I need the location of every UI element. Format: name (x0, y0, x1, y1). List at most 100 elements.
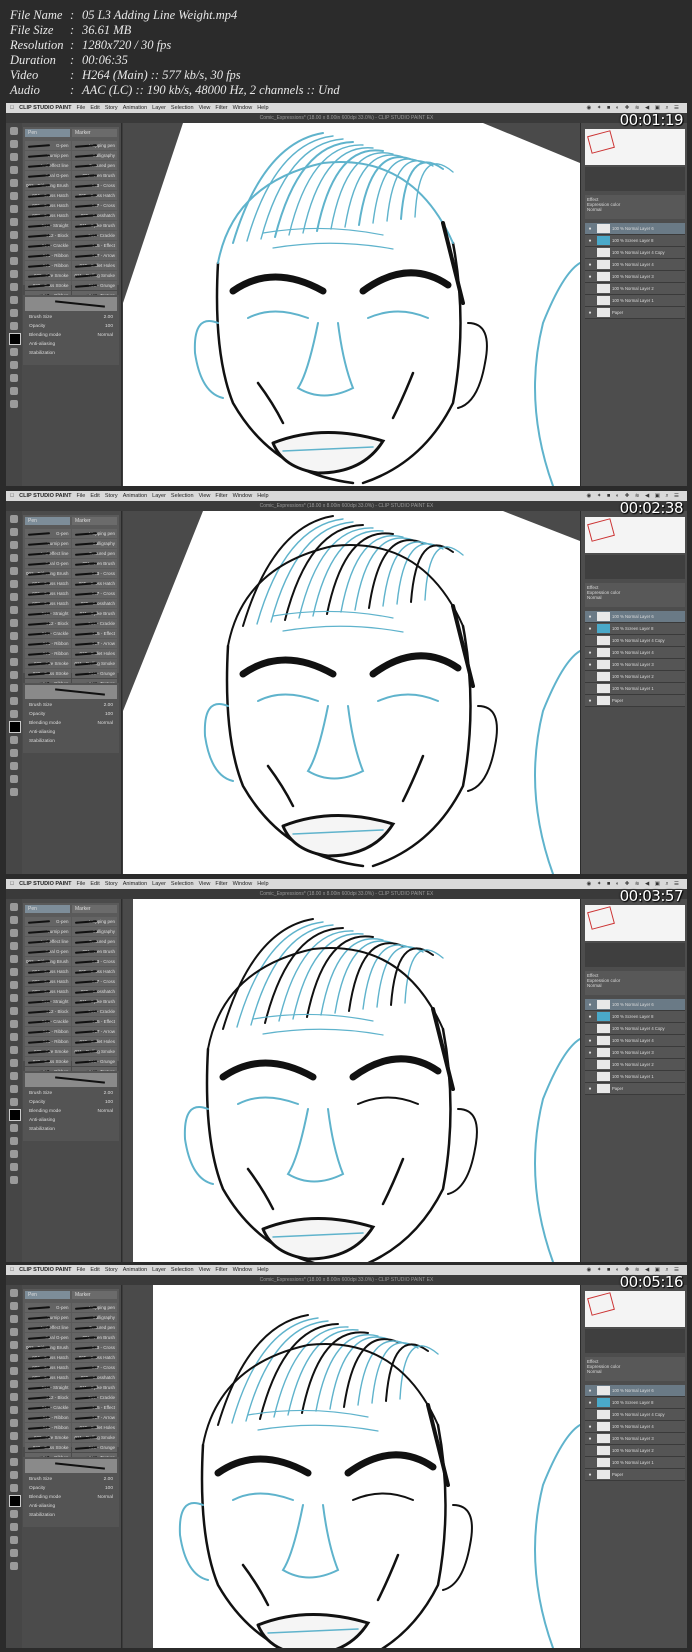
brush-item[interactable]: Textured pen (71, 161, 117, 170)
tool-icon[interactable] (10, 1124, 18, 1132)
property-row[interactable]: Stabilization (23, 737, 119, 746)
brush-item[interactable]: 017 - Arrow (71, 1413, 117, 1422)
menu-layer[interactable]: Layer (152, 881, 166, 887)
canvas-area[interactable] (123, 123, 580, 486)
tool-icon[interactable] (10, 955, 18, 963)
layer-row[interactable]: ● 100 % Normal Layer 3 (585, 271, 685, 283)
brush-item[interactable]: 015 - Effect (71, 1017, 117, 1026)
brush-item[interactable]: 020 - Fire Smoke (25, 271, 71, 280)
brush-item[interactable]: Mapping pen (71, 529, 117, 538)
property-row[interactable]: Blending mode Normal (23, 719, 119, 728)
tool-icon[interactable] (10, 1484, 18, 1492)
tool-icon[interactable] (10, 1549, 18, 1557)
brush-item[interactable]: Calligraphy (71, 539, 117, 548)
brush-item[interactable]: Real G-pen (25, 171, 71, 180)
tool-icon[interactable] (10, 192, 18, 200)
brush-item[interactable]: 017 - Arrow (71, 251, 117, 260)
tool-icon[interactable] (10, 593, 18, 601)
brush-item[interactable]: 005 - Cross Hatch (71, 191, 117, 200)
brush-item[interactable]: Textured pen (71, 937, 117, 946)
menu-edit[interactable]: Edit (90, 105, 99, 111)
brush-item[interactable]: Real G-pen (25, 1333, 71, 1342)
brush-item[interactable]: 016 - Ribbon (25, 1413, 71, 1422)
brush-item[interactable]: 011 - Spike Brush (71, 221, 117, 230)
layer-row[interactable]: 100 % Normal Layer 2 (585, 283, 685, 295)
brush-item[interactable]: 019 - Bullet Holes (71, 261, 117, 270)
brush-item[interactable]: 007 - Cross (71, 1363, 117, 1372)
tool-icon[interactable] (10, 1510, 18, 1518)
property-row[interactable]: Anti-aliasing (23, 728, 119, 737)
menu-layer[interactable]: Layer (152, 493, 166, 499)
brush-item[interactable]: 001 - Pen Brush (71, 947, 117, 956)
brush-item[interactable]: 021 - Rolling Smoke (71, 271, 117, 280)
brush-item[interactable]: 019 - Bullet Holes (71, 649, 117, 658)
brush-item[interactable]: 011 - Spike Brush (71, 609, 117, 618)
navigator-preview[interactable] (585, 129, 685, 165)
brush-item[interactable]: 007 - Cross (71, 977, 117, 986)
tool-icon[interactable] (10, 1176, 18, 1184)
color-swatch[interactable] (9, 333, 21, 345)
menu-help[interactable]: Help (257, 493, 268, 499)
brush-item[interactable]: 012 - Block (25, 619, 71, 628)
brush-item[interactable]: 019 - Bullet Holes (71, 1037, 117, 1046)
tool-icon[interactable] (10, 1367, 18, 1375)
eye-icon[interactable]: ● (585, 238, 595, 244)
layer-row[interactable]: ● 100 % Screen Layer 8 (585, 235, 685, 247)
tab-pen[interactable]: Pen (25, 905, 70, 913)
property-row[interactable]: Opacity 100 (23, 1098, 119, 1107)
tool-icon[interactable] (10, 775, 18, 783)
tool-icon[interactable] (10, 1163, 18, 1171)
tool-icon[interactable] (10, 710, 18, 718)
layer-row[interactable]: 100 % Normal Layer 4 Copy (585, 247, 685, 259)
tool-icon[interactable] (10, 1137, 18, 1145)
brush-item[interactable]: 021 - Rolling Smoke (71, 1047, 117, 1056)
layer-row[interactable]: ● 100 % Normal Layer 3 (585, 1433, 685, 1445)
canvas-area[interactable] (123, 1285, 580, 1648)
brush-item[interactable]: 014 - Crackle (25, 1403, 71, 1412)
menu-window[interactable]: Window (233, 105, 253, 111)
layer-row[interactable]: 100 % Normal Layer 2 (585, 1445, 685, 1457)
brush-item[interactable]: 003 - Cross (71, 957, 117, 966)
navigator-viewport[interactable] (587, 906, 615, 930)
tab-marker[interactable]: Marker (72, 129, 117, 137)
tool-icon[interactable] (10, 658, 18, 666)
apple-icon[interactable]:  (10, 881, 14, 887)
brush-item[interactable]: Turnip pen (25, 151, 71, 160)
menu-story[interactable]: Story (105, 493, 118, 499)
brush-item[interactable]: 008 - Cross Hatch (25, 211, 71, 220)
brush-item[interactable]: 003 - Cross (71, 181, 117, 190)
brush-item[interactable]: 005 - Cross Hatch (71, 1353, 117, 1362)
eye-icon[interactable]: ● (585, 1002, 595, 1008)
tool-icon[interactable] (10, 1432, 18, 1440)
menu-window[interactable]: Window (233, 493, 253, 499)
brush-item[interactable]: 007 - Cross (71, 201, 117, 210)
brush-item[interactable]: 016 - Ribbon (25, 1027, 71, 1036)
tool-icon[interactable] (10, 1380, 18, 1388)
menu-filter[interactable]: Filter (215, 105, 227, 111)
brush-item[interactable]: 004 - Cross Hatch (25, 579, 71, 588)
menu-file[interactable]: File (76, 105, 85, 111)
tool-icon[interactable] (10, 981, 18, 989)
brush-item[interactable]: 021 - Rolling Smoke (71, 659, 117, 668)
tool-icon[interactable] (10, 528, 18, 536)
menu-animation[interactable]: Animation (123, 881, 147, 887)
navigator-preview[interactable] (585, 517, 685, 553)
eye-icon[interactable]: ● (585, 262, 595, 268)
eye-icon[interactable]: ● (585, 614, 595, 620)
menu-edit[interactable]: Edit (90, 493, 99, 499)
tool-icon[interactable] (10, 554, 18, 562)
brush-item[interactable]: 016 - Ribbon (25, 251, 71, 260)
app-name[interactable]: CLIP STUDIO PAINT (19, 105, 71, 111)
menu-selection[interactable]: Selection (171, 493, 194, 499)
brush-item[interactable]: 018 - Ribbon (25, 649, 71, 658)
layer-row[interactable]: ● 100 % Normal Layer 6 (585, 223, 685, 235)
tool-icon[interactable] (10, 929, 18, 937)
brush-item[interactable]: 013 - Crackle (71, 619, 117, 628)
brush-item[interactable]: 002 - Dithering Brush (25, 181, 71, 190)
brush-item[interactable]: Anti-effect line (25, 937, 71, 946)
tool-icon[interactable] (10, 762, 18, 770)
brush-item[interactable]: 001 - Pen Brush (71, 559, 117, 568)
property-row[interactable]: Brush Size 2.00 (23, 1475, 119, 1484)
property-row[interactable]: Brush Size 2.00 (23, 701, 119, 710)
tool-icon[interactable] (10, 567, 18, 575)
